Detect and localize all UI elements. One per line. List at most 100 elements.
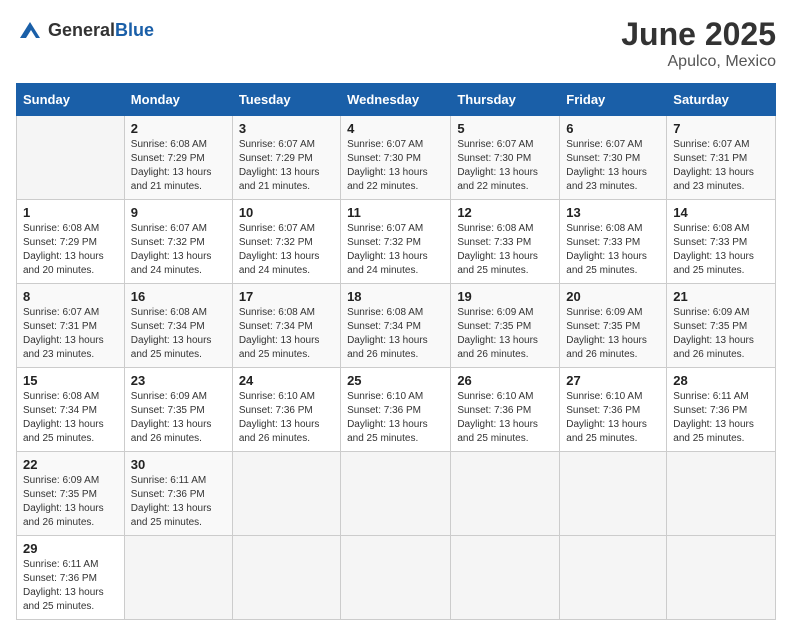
calendar-cell: 18Sunrise: 6:08 AMSunset: 7:34 PMDayligh… [341, 284, 451, 368]
day-info: Sunrise: 6:08 AMSunset: 7:34 PMDaylight:… [239, 306, 334, 362]
calendar-cell: 23 Sunrise: 6:09 AMSunset: 7:35 PMDayligh… [124, 368, 232, 452]
day-info: Sunrise: 6:07 AMSunset: 7:32 PMDaylight:… [131, 222, 226, 278]
calendar-cell: 17 Sunrise: 6:08 AMSunset: 7:34 PMDayligh… [232, 284, 340, 368]
title-block: June 2025 Apulco, Mexico [621, 16, 776, 71]
logo-text-blue: Blue [115, 20, 154, 40]
day-info: Sunrise: 6:10 AMSunset: 7:36 PMDaylight:… [239, 390, 334, 446]
day-info: Sunrise: 6:08 AMSunset: 7:29 PMDaylight:… [131, 138, 226, 194]
calendar-cell: 25Sunrise: 6:10 AMSunset: 7:36 PMDayligh… [341, 368, 451, 452]
logo-icon [16, 16, 44, 44]
day-info: Sunrise: 6:09 AMSunset: 7:35 PMDaylight:… [673, 306, 769, 362]
day-of-week-header: Friday [560, 84, 667, 116]
logo-text-general: General [48, 20, 115, 40]
day-number: 17 [239, 289, 334, 304]
calendar-cell: 24Sunrise: 6:10 AMSunset: 7:36 PMDayligh… [232, 368, 340, 452]
day-of-week-header: Thursday [451, 84, 560, 116]
day-number: 3 [239, 121, 334, 136]
day-number: 2 [131, 121, 226, 136]
day-info: Sunrise: 6:07 AMSunset: 7:31 PMDaylight:… [673, 138, 769, 194]
calendar-subtitle: Apulco, Mexico [621, 53, 776, 71]
calendar-cell [232, 536, 340, 620]
day-info: Sunrise: 6:09 AMSunset: 7:35 PMDaylight:… [566, 306, 660, 362]
day-number: 4 [347, 121, 444, 136]
day-number: 8 [23, 289, 118, 304]
calendar-cell: 11Sunrise: 6:07 AMSunset: 7:32 PMDayligh… [341, 200, 451, 284]
day-info: Sunrise: 6:07 AMSunset: 7:29 PMDaylight:… [239, 138, 334, 194]
day-info: Sunrise: 6:07 AMSunset: 7:30 PMDaylight:… [566, 138, 660, 194]
day-number: 13 [566, 205, 660, 220]
day-info: Sunrise: 6:10 AMSunset: 7:36 PMDaylight:… [347, 390, 444, 446]
calendar-cell [341, 536, 451, 620]
day-number: 15 [23, 373, 118, 388]
day-info: Sunrise: 6:10 AMSunset: 7:36 PMDaylight:… [457, 390, 553, 446]
day-number: 22 [23, 457, 118, 472]
day-info: Sunrise: 6:07 AMSunset: 7:30 PMDaylight:… [457, 138, 553, 194]
day-number: 11 [347, 205, 444, 220]
day-number: 7 [673, 121, 769, 136]
day-info: Sunrise: 6:07 AMSunset: 7:32 PMDaylight:… [239, 222, 334, 278]
calendar-cell [124, 536, 232, 620]
calendar-cell: 28Sunrise: 6:11 AMSunset: 7:36 PMDayligh… [667, 368, 776, 452]
calendar-body: 2 Sunrise: 6:08 AMSunset: 7:29 PMDaylight… [17, 116, 776, 620]
calendar-cell [341, 452, 451, 536]
calendar-cell [232, 452, 340, 536]
calendar-cell: 16 Sunrise: 6:08 AMSunset: 7:34 PMDayligh… [124, 284, 232, 368]
calendar-week-row: 8 Sunrise: 6:07 AMSunset: 7:31 PMDaylight… [17, 284, 776, 368]
day-number: 6 [566, 121, 660, 136]
day-of-week-header: Wednesday [341, 84, 451, 116]
day-of-week-header: Tuesday [232, 84, 340, 116]
day-info: Sunrise: 6:11 AMSunset: 7:36 PMDaylight:… [23, 558, 118, 614]
calendar-cell: 1 Sunrise: 6:08 AMSunset: 7:29 PMDaylight… [17, 200, 125, 284]
day-number: 18 [347, 289, 444, 304]
day-info: Sunrise: 6:08 AMSunset: 7:29 PMDaylight:… [23, 222, 118, 278]
calendar-cell: 13 Sunrise: 6:08 AMSunset: 7:33 PMDayligh… [560, 200, 667, 284]
day-number: 26 [457, 373, 553, 388]
calendar-cell: 7 Sunrise: 6:07 AMSunset: 7:31 PMDaylight… [667, 116, 776, 200]
calendar-cell: 9 Sunrise: 6:07 AMSunset: 7:32 PMDaylight… [124, 200, 232, 284]
calendar-cell: 3 Sunrise: 6:07 AMSunset: 7:29 PMDaylight… [232, 116, 340, 200]
calendar-title: June 2025 [621, 16, 776, 53]
day-info: Sunrise: 6:09 AMSunset: 7:35 PMDaylight:… [23, 474, 118, 530]
day-number: 1 [23, 205, 118, 220]
day-info: Sunrise: 6:09 AMSunset: 7:35 PMDaylight:… [457, 306, 553, 362]
calendar-cell: 29 Sunrise: 6:11 AMSunset: 7:36 PMDayligh… [17, 536, 125, 620]
calendar-cell: 15Sunrise: 6:08 AMSunset: 7:34 PMDayligh… [17, 368, 125, 452]
day-info: Sunrise: 6:08 AMSunset: 7:33 PMDaylight:… [566, 222, 660, 278]
calendar-cell: 21Sunrise: 6:09 AMSunset: 7:35 PMDayligh… [667, 284, 776, 368]
calendar-cell: 2 Sunrise: 6:08 AMSunset: 7:29 PMDaylight… [124, 116, 232, 200]
calendar-week-row: 2 Sunrise: 6:08 AMSunset: 7:29 PMDaylight… [17, 116, 776, 200]
day-number: 23 [131, 373, 226, 388]
calendar-week-row: 1 Sunrise: 6:08 AMSunset: 7:29 PMDaylight… [17, 200, 776, 284]
calendar-cell: 6 Sunrise: 6:07 AMSunset: 7:30 PMDaylight… [560, 116, 667, 200]
calendar-cell: 10 Sunrise: 6:07 AMSunset: 7:32 PMDayligh… [232, 200, 340, 284]
calendar-cell [451, 452, 560, 536]
calendar-cell: 30Sunrise: 6:11 AMSunset: 7:36 PMDayligh… [124, 452, 232, 536]
calendar-cell [17, 116, 125, 200]
day-number: 10 [239, 205, 334, 220]
day-info: Sunrise: 6:08 AMSunset: 7:34 PMDaylight:… [131, 306, 226, 362]
day-number: 12 [457, 205, 553, 220]
day-number: 30 [131, 457, 226, 472]
day-info: Sunrise: 6:07 AMSunset: 7:31 PMDaylight:… [23, 306, 118, 362]
calendar-cell [667, 536, 776, 620]
day-of-week-header: Saturday [667, 84, 776, 116]
day-number: 5 [457, 121, 553, 136]
day-number: 20 [566, 289, 660, 304]
calendar-cell: 26 Sunrise: 6:10 AMSunset: 7:36 PMDayligh… [451, 368, 560, 452]
day-of-week-header: Sunday [17, 84, 125, 116]
day-number: 9 [131, 205, 226, 220]
calendar-cell [560, 452, 667, 536]
day-number: 16 [131, 289, 226, 304]
day-info: Sunrise: 6:09 AMSunset: 7:35 PMDaylight:… [131, 390, 226, 446]
calendar-header: SundayMondayTuesdayWednesdayThursdayFrid… [17, 84, 776, 116]
calendar-week-row: 15Sunrise: 6:08 AMSunset: 7:34 PMDayligh… [17, 368, 776, 452]
day-info: Sunrise: 6:08 AMSunset: 7:33 PMDaylight:… [673, 222, 769, 278]
day-number: 29 [23, 541, 118, 556]
calendar-cell: 19Sunrise: 6:09 AMSunset: 7:35 PMDayligh… [451, 284, 560, 368]
day-number: 28 [673, 373, 769, 388]
day-info: Sunrise: 6:08 AMSunset: 7:33 PMDaylight:… [457, 222, 553, 278]
calendar-cell [560, 536, 667, 620]
day-info: Sunrise: 6:07 AMSunset: 7:30 PMDaylight:… [347, 138, 444, 194]
calendar-cell: 14Sunrise: 6:08 AMSunset: 7:33 PMDayligh… [667, 200, 776, 284]
calendar-cell: 12 Sunrise: 6:08 AMSunset: 7:33 PMDayligh… [451, 200, 560, 284]
